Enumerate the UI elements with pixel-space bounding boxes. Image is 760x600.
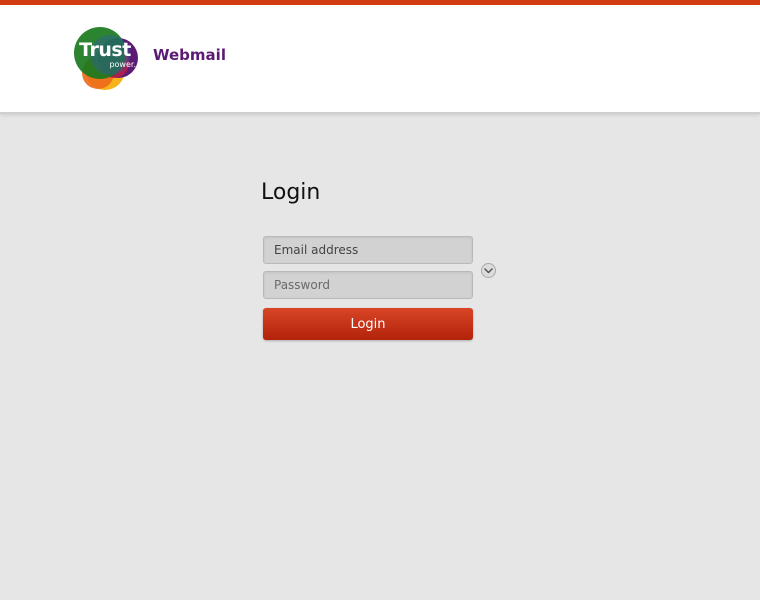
login-button[interactable]: Login xyxy=(263,308,473,340)
email-field[interactable] xyxy=(263,236,473,264)
login-heading: Login xyxy=(261,180,321,205)
app-title: Webmail xyxy=(153,46,226,64)
header: Trust power. Webmail xyxy=(0,5,760,114)
logo-subtext: power. xyxy=(109,60,136,69)
chevron-down-icon xyxy=(484,267,493,273)
trustpower-logo[interactable]: Trust power. xyxy=(70,25,140,91)
logo-text: Trust xyxy=(79,39,131,61)
password-field[interactable] xyxy=(263,271,473,299)
login-panel: Login Login xyxy=(261,178,501,340)
login-options-toggle[interactable] xyxy=(481,263,496,278)
